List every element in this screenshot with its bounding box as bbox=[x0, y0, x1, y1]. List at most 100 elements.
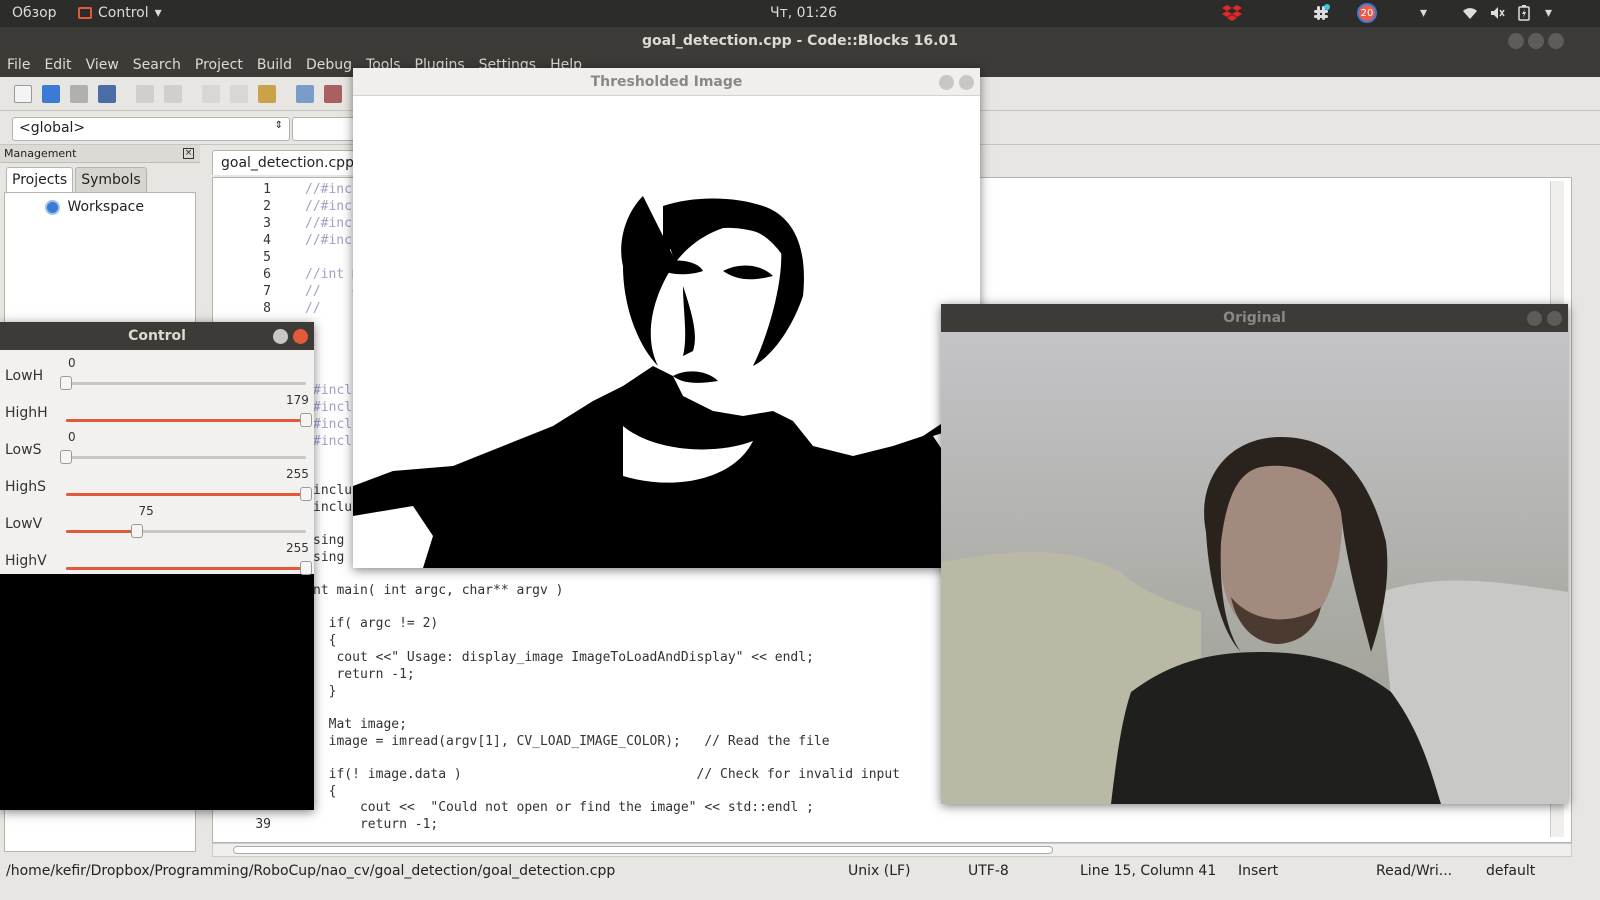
control-titlebar[interactable]: Control bbox=[0, 322, 314, 350]
battery-icon[interactable] bbox=[1518, 3, 1530, 23]
minimize-button[interactable] bbox=[1508, 33, 1524, 49]
close-button[interactable] bbox=[959, 75, 974, 90]
scope-combo[interactable]: <global> ⇕ bbox=[12, 117, 290, 141]
original-image-window[interactable]: Original bbox=[941, 304, 1568, 804]
menu-build[interactable]: Build bbox=[250, 55, 299, 77]
trackbar-value: 255 bbox=[286, 467, 309, 481]
control-title: Control bbox=[128, 328, 186, 344]
chevron-down-icon: ▾ bbox=[154, 5, 162, 21]
status-file-path: /home/kefir/Dropbox/Programming/RoboCup/… bbox=[6, 863, 616, 879]
activities-button[interactable]: Обзор bbox=[12, 5, 57, 21]
thresholded-image-window[interactable]: Thresholded Image bbox=[353, 68, 980, 568]
menu-search[interactable]: Search bbox=[126, 55, 188, 77]
clock[interactable]: Чт, 01:26 bbox=[770, 5, 837, 21]
menu-debug[interactable]: Debug bbox=[299, 55, 359, 77]
trackbar-track[interactable] bbox=[60, 450, 306, 464]
code-line: //#incl bbox=[305, 182, 360, 197]
trackbar-handle[interactable] bbox=[300, 487, 312, 501]
line-number: 8 bbox=[263, 301, 271, 316]
trackbar-track[interactable] bbox=[66, 524, 306, 538]
status-access: Read/Wri... bbox=[1376, 863, 1453, 879]
trackbar-fill bbox=[66, 493, 306, 496]
main-window-titlebar[interactable]: goal_detection.cpp - Code::Blocks 16.01 bbox=[0, 27, 1600, 55]
minimize-button[interactable] bbox=[1527, 311, 1542, 326]
paste-icon[interactable] bbox=[258, 85, 276, 103]
close-button[interactable] bbox=[1547, 311, 1562, 326]
find-icon[interactable] bbox=[296, 85, 314, 103]
volume-icon[interactable] bbox=[1490, 3, 1506, 23]
notification-badge-icon[interactable]: 20 bbox=[1357, 3, 1377, 23]
save-all-icon[interactable] bbox=[98, 85, 116, 103]
tree-item-workspace[interactable]: Workspace bbox=[67, 199, 144, 215]
close-button[interactable] bbox=[1548, 33, 1564, 49]
status-cursor-position: Line 15, Column 41 bbox=[1080, 863, 1217, 879]
status-encoding: UTF-8 bbox=[968, 863, 1009, 879]
tab-symbols[interactable]: Symbols bbox=[75, 167, 147, 192]
copy-icon[interactable] bbox=[230, 85, 248, 103]
code-line: nt main( int argc, char** argv ) bbox=[313, 583, 564, 598]
save-icon[interactable] bbox=[70, 85, 88, 103]
original-image-titlebar[interactable]: Original bbox=[941, 304, 1568, 332]
dropbox-icon[interactable] bbox=[1222, 3, 1242, 23]
trackbar-label: HighH bbox=[5, 405, 48, 421]
trackbar-handle[interactable] bbox=[130, 524, 143, 538]
scope-combo-value: <global> bbox=[19, 120, 86, 136]
tab-projects[interactable]: Projects bbox=[6, 167, 74, 192]
trackbar-label: HighS bbox=[5, 479, 47, 495]
menu-file[interactable]: File bbox=[0, 55, 37, 77]
trackbar-value: 0 bbox=[68, 356, 76, 370]
control-window[interactable]: Control LowH 0 HighH 179 LowS 0 HighS 255 LowV 75… bbox=[0, 322, 314, 810]
trackbar-handle[interactable] bbox=[60, 376, 72, 390]
slack-icon[interactable] bbox=[1312, 3, 1330, 23]
cut-icon[interactable] bbox=[202, 85, 220, 103]
trackbar-value: 179 bbox=[286, 393, 309, 407]
management-title: Management bbox=[4, 147, 77, 160]
trackbar-track[interactable] bbox=[66, 487, 312, 501]
wifi-icon[interactable] bbox=[1462, 3, 1478, 23]
close-button[interactable] bbox=[293, 329, 308, 344]
trackbar-value: 75 bbox=[138, 504, 154, 518]
trackbar-track[interactable] bbox=[66, 561, 312, 575]
trackbar-label: LowV bbox=[5, 516, 43, 532]
menu-edit[interactable]: Edit bbox=[37, 55, 78, 77]
management-header: Management × bbox=[0, 145, 200, 163]
app-menu-label: Control bbox=[98, 5, 149, 21]
horizontal-scrollbar[interactable] bbox=[212, 843, 1572, 857]
undo-icon[interactable] bbox=[136, 85, 154, 103]
original-image-title: Original bbox=[1223, 310, 1286, 326]
trackbar-handle[interactable] bbox=[60, 450, 72, 464]
chevron-down-icon[interactable]: ▾ bbox=[1420, 3, 1427, 23]
menu-project[interactable]: Project bbox=[188, 55, 250, 77]
replace-icon[interactable] bbox=[324, 85, 342, 103]
line-number: 7 bbox=[263, 284, 271, 299]
open-folder-icon[interactable] bbox=[42, 85, 60, 103]
maximize-button[interactable] bbox=[1528, 33, 1544, 49]
thresholded-image-titlebar[interactable]: Thresholded Image bbox=[353, 68, 980, 96]
trackbar-track[interactable] bbox=[66, 413, 312, 427]
code-line: cout << "Could not open or find the imag… bbox=[313, 800, 814, 815]
line-number: 4 bbox=[263, 233, 271, 248]
code-line: //#incl bbox=[305, 233, 360, 248]
trackbar-value: 0 bbox=[68, 430, 76, 444]
minimize-button[interactable] bbox=[273, 329, 288, 344]
code-line: } bbox=[313, 684, 337, 699]
code-line: //#incl bbox=[305, 199, 360, 214]
notification-count: 20 bbox=[1357, 3, 1377, 23]
trackbar-track[interactable] bbox=[60, 376, 306, 390]
trackbar-handle[interactable] bbox=[300, 413, 312, 427]
top-panel: Обзор Control ▾ Чт, 01:26 20 ▾ ▾ bbox=[0, 0, 1600, 27]
close-panel-icon[interactable]: × bbox=[183, 148, 194, 159]
scrollbar-thumb[interactable] bbox=[233, 846, 1053, 854]
line-number: 6 bbox=[263, 267, 271, 282]
code-line: inclu bbox=[313, 500, 353, 515]
menu-view[interactable]: View bbox=[79, 55, 126, 77]
trackbar-label: LowH bbox=[5, 368, 44, 384]
minimize-button[interactable] bbox=[939, 75, 954, 90]
status-eol: Unix (LF) bbox=[848, 863, 911, 879]
app-menu[interactable]: Control ▾ bbox=[78, 5, 162, 21]
code-line: return -1; bbox=[313, 667, 415, 682]
system-menu-icon[interactable]: ▾ bbox=[1545, 3, 1552, 23]
new-file-icon[interactable] bbox=[14, 85, 32, 103]
trackbar-handle[interactable] bbox=[300, 561, 312, 575]
redo-icon[interactable] bbox=[164, 85, 182, 103]
